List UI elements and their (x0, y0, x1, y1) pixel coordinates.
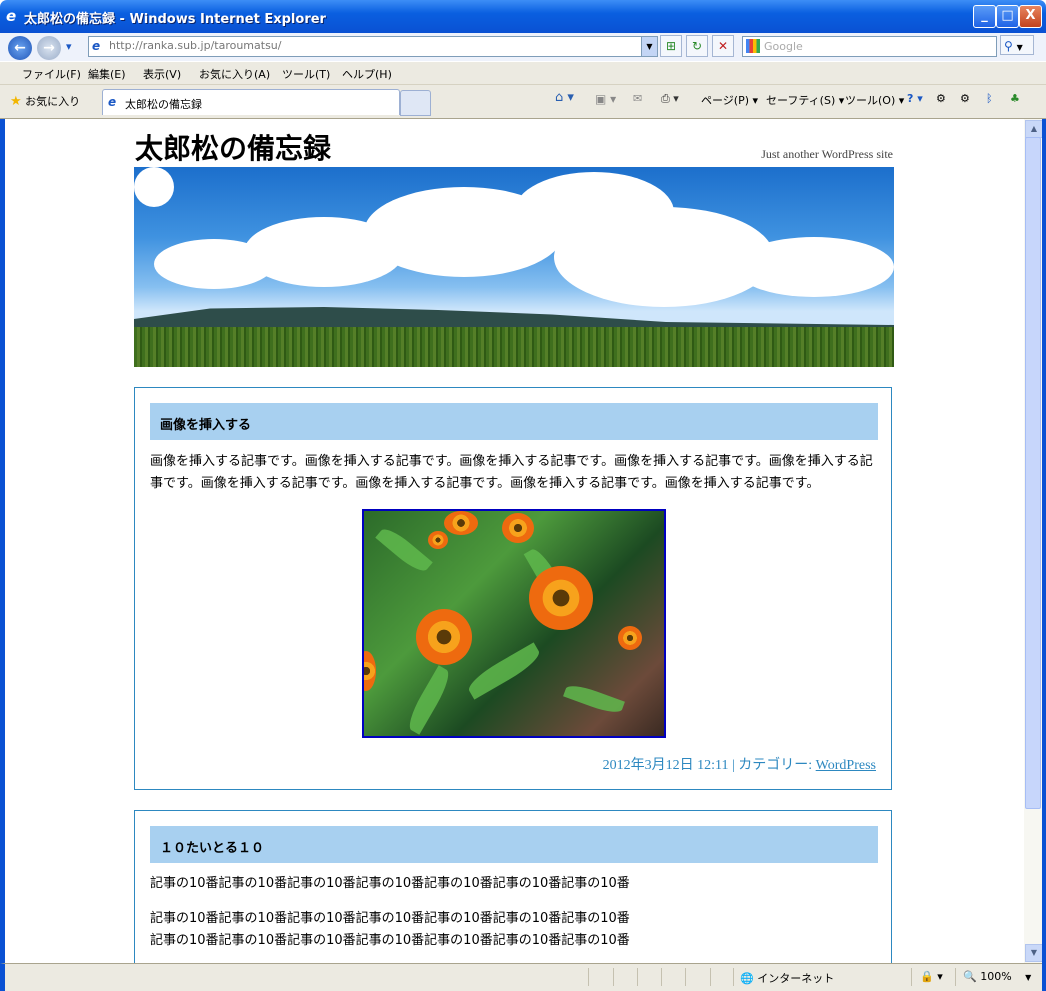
scroll-up-button[interactable]: ▲ (1025, 120, 1043, 138)
maximize-button[interactable]: □ (996, 5, 1019, 28)
post-2-header: １０たいとる１０ (150, 826, 878, 863)
address-bar[interactable]: e http://ranka.sub.jp/taroumatsu/ ▼ (88, 36, 658, 57)
new-tab-button[interactable] (400, 90, 431, 116)
post-1: 画像を挿入する 画像を挿入する記事です。画像を挿入する記事です。画像を挿入する記… (134, 387, 892, 790)
star-icon: ★ (10, 94, 22, 109)
menu-view[interactable]: 表示(V) (143, 66, 181, 82)
site-title[interactable]: 太郎松の備忘録 (135, 127, 331, 167)
addon-gear2-icon[interactable]: ⚙ (960, 92, 970, 105)
zoom-control[interactable]: 🔍 100% ▼ (963, 970, 1031, 983)
post-1-meta: 2012年3月12日 12:11 | カテゴリー: WordPress (603, 754, 876, 774)
scroll-down-button[interactable]: ▼ (1025, 944, 1043, 962)
refresh-button[interactable]: ↻ (686, 35, 708, 57)
post-2-line-2: 記事の10番記事の10番記事の10番記事の10番記事の10番記事の10番記事の1… (150, 911, 630, 926)
feeds-icon[interactable]: ▣ ▾ (595, 92, 616, 106)
flower-photo (362, 509, 666, 738)
home-icon[interactable]: ⌂ ▾ (555, 90, 574, 105)
google-icon (746, 39, 760, 53)
security-zone[interactable]: 🌐 インターネット (740, 970, 834, 986)
favorites-label: お気に入り (25, 95, 81, 108)
protected-mode-icon[interactable]: 🔒 ▾ (920, 970, 943, 983)
window-title-bar[interactable]: e 太郎松の備忘録 - Windows Internet Explorer _ … (0, 0, 1046, 33)
tab-bar: ★ お気に入り e 太郎松の備忘録 ⌂ ▾ ▣ ▾ ✉ ⎙ ▾ ページ(P) ▾… (0, 85, 1046, 119)
close-button[interactable]: X (1019, 5, 1042, 28)
zoom-level: 100% (980, 970, 1012, 983)
tools-menu[interactable]: ツール(O) ▾ (845, 92, 904, 108)
ie-tab-icon: e (108, 95, 117, 109)
safety-menu-label: セーフティ(S) (766, 94, 836, 107)
search-input[interactable]: Google (764, 40, 803, 53)
zoom-icon: 🔍 (963, 970, 977, 983)
menu-file[interactable]: ファイル(F) (22, 66, 81, 82)
forward-button[interactable]: → (37, 36, 61, 60)
search-icon: ⚲ (1004, 39, 1013, 53)
site-tagline: Just another WordPress site (761, 147, 893, 161)
address-input[interactable]: http://ranka.sub.jp/taroumatsu/ (109, 39, 282, 52)
vertical-scrollbar[interactable]: ▲ ▼ (1024, 119, 1043, 963)
menu-tools[interactable]: ツール(T) (282, 66, 330, 82)
mail-icon[interactable]: ✉ (633, 92, 642, 105)
globe-icon: 🌐 (740, 972, 754, 985)
post-1-title[interactable]: 画像を挿入する (160, 414, 251, 433)
back-button[interactable]: ← (8, 36, 32, 60)
address-dropdown-icon[interactable]: ▼ (641, 37, 657, 56)
post-2-title[interactable]: １０たいとる１０ (160, 837, 264, 856)
favorites-button[interactable]: ★ お気に入り (10, 93, 80, 109)
recent-pages-icon[interactable]: ▾ (66, 40, 72, 53)
menu-bar: ファイル(F) 編集(E) 表示(V) お気に入り(A) ツール(T) ヘルプ(… (0, 62, 1046, 85)
post-1-date: 2012年3月12日 12:11 | カテゴリー: (602, 758, 813, 773)
ie-logo-icon: e (6, 7, 17, 25)
post-1-header: 画像を挿入する (150, 403, 878, 440)
research-icon[interactable]: ♣ (1010, 92, 1020, 105)
scroll-thumb[interactable] (1025, 137, 1041, 809)
menu-edit[interactable]: 編集(E) (88, 66, 126, 82)
minimize-button[interactable]: _ (973, 5, 996, 28)
tab-label: 太郎松の備忘録 (125, 98, 202, 111)
safety-menu[interactable]: セーフティ(S) ▾ (766, 92, 844, 108)
help-icon[interactable]: ? ▾ (907, 92, 923, 105)
status-bar: 🌐 インターネット 🔒 ▾ 🔍 100% ▼ (0, 963, 1042, 991)
page-icon: e (92, 39, 101, 53)
menu-help[interactable]: ヘルプ(H) (342, 66, 392, 82)
search-button[interactable]: ⚲ ▼ (1000, 35, 1034, 55)
addon-gear-icon[interactable]: ⚙ (936, 92, 946, 105)
post-1-category-link[interactable]: WordPress (816, 758, 876, 773)
header-image (134, 167, 894, 367)
zone-label: インターネット (757, 972, 835, 985)
window-right-border (1042, 119, 1046, 991)
bluetooth-icon[interactable]: ᛒ (986, 92, 993, 105)
tools-menu-label: ツール(O) (845, 94, 896, 107)
compatibility-view-button[interactable]: ⊞ (660, 35, 682, 57)
page-menu-label: ページ(P) (701, 94, 749, 107)
post-2-line-1: 記事の10番記事の10番記事の10番記事の10番記事の10番記事の10番記事の1… (150, 876, 630, 891)
print-icon[interactable]: ⎙ ▾ (661, 92, 679, 106)
post-2-line-3: 記事の10番記事の10番記事の10番記事の10番記事の10番記事の10番記事の1… (150, 933, 630, 948)
page-menu[interactable]: ページ(P) ▾ (701, 92, 758, 108)
stop-button[interactable]: ✕ (712, 35, 734, 57)
post-2: １０たいとる１０ 記事の10番記事の10番記事の10番記事の10番記事の10番記… (134, 810, 892, 963)
page-viewport[interactable]: 太郎松の備忘録 Just another WordPress site 画像を挿… (0, 119, 1024, 963)
search-box[interactable]: Google (742, 36, 997, 57)
menu-favorites[interactable]: お気に入り(A) (199, 66, 270, 82)
post-1-body: 画像を挿入する記事です。画像を挿入する記事です。画像を挿入する記事です。画像を挿… (150, 454, 873, 491)
tab-current[interactable]: e 太郎松の備忘録 (102, 89, 400, 115)
window-title: 太郎松の備忘録 - Windows Internet Explorer (24, 12, 326, 27)
